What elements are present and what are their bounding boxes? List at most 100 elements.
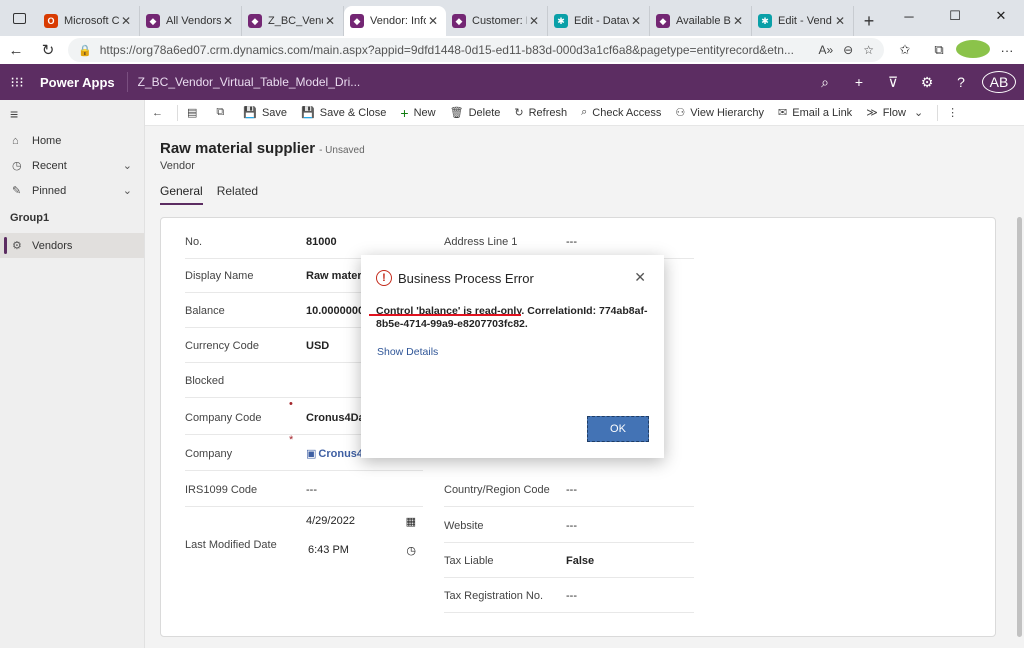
profile-avatar[interactable] (956, 39, 990, 61)
show-details-link[interactable]: Show Details (377, 346, 438, 358)
browser-tab[interactable]: ◆ Available B ✕ (650, 6, 752, 36)
favorite-star-icon[interactable]: ☆ (863, 43, 874, 57)
field-value[interactable]: Cronus4 (318, 448, 363, 460)
browser-tab[interactable]: O Microsoft C ✕ (38, 6, 140, 36)
tab-favicon-icon: ✱ (554, 14, 568, 28)
browser-tab[interactable]: ◆ Customer: I ✕ (446, 6, 548, 36)
tab-close-icon[interactable]: ✕ (119, 14, 133, 28)
field-label: Display Name (185, 269, 254, 282)
sidebar-item-home[interactable]: ⌂ Home (0, 128, 144, 153)
field-value[interactable]: --- (306, 484, 317, 496)
reload-button[interactable]: ↻ (32, 36, 64, 64)
sidebar-item-recent[interactable]: ◷ Recent ⌄ (0, 153, 144, 178)
more-commands-button[interactable]: ⋮ (940, 100, 970, 126)
tab-favicon-icon: ◆ (452, 14, 466, 28)
sidebar-item-pinned[interactable]: ✎ Pinned ⌄ (0, 178, 144, 203)
tab-title: Customer: I (472, 15, 527, 27)
read-aloud-icon[interactable]: A» (818, 43, 833, 57)
sidebar-item-vendors[interactable]: ⚙ Vendors (0, 233, 144, 258)
clock-icon[interactable]: ◷ (406, 544, 416, 557)
field-value[interactable]: 10.00000000 (306, 305, 366, 317)
app-launcher-icon[interactable]: ⁝⁝⁝ (0, 74, 34, 91)
delete-button[interactable]: 🗑 Delete (443, 100, 508, 126)
check-access-button[interactable]: ⌕ Check Access (574, 100, 668, 126)
field-value[interactable]: Raw materia (306, 270, 366, 282)
address-bar[interactable]: 🔒 https://org78a6ed07.crm.dynamics.com/m… (68, 38, 884, 62)
field-value[interactable]: 81000 (306, 236, 337, 248)
divider (177, 104, 178, 121)
field-label: Country/Region Code (444, 483, 550, 496)
email-link-button[interactable]: ✉ Email a Link (771, 100, 859, 126)
field-label: Address Line 1 (444, 235, 518, 248)
tab-close-icon[interactable]: ✕ (629, 14, 643, 28)
field-value[interactable]: --- (566, 520, 577, 532)
user-avatar[interactable]: AB (982, 71, 1016, 93)
favorites-icon[interactable]: ✩ (888, 42, 922, 58)
more-menu-icon[interactable]: ··· (990, 43, 1024, 58)
date-input[interactable]: 4/29/2022 ▦ (306, 515, 416, 528)
browser-tab[interactable]: ✱ Edit - Vend ✕ (752, 6, 854, 36)
minimize-button[interactable]: ─ (886, 0, 932, 32)
close-window-button[interactable]: ✕ (978, 0, 1024, 32)
tab-actions-button[interactable] (0, 0, 38, 36)
filter-icon[interactable]: ⊽ (876, 74, 910, 91)
chevron-down-icon[interactable]: ⌄ (123, 159, 132, 172)
save-button[interactable]: 💾 Save (236, 100, 294, 126)
flow-button[interactable]: ≫ Flow ⌄ (859, 100, 935, 126)
annotation-underline (369, 314, 521, 316)
app-name[interactable]: Power Apps (34, 75, 127, 90)
search-icon[interactable]: ⌕ (808, 74, 842, 91)
sidebar-item-label: Home (32, 134, 62, 147)
open-new-window-button[interactable]: ⧉ (209, 100, 236, 126)
hierarchy-icon: ⚇ (675, 107, 686, 119)
view-hierarchy-button[interactable]: ⚇ View Hierarchy (668, 100, 771, 126)
field-value[interactable]: --- (566, 236, 577, 248)
tab-close-icon[interactable]: ✕ (527, 14, 541, 28)
flow-icon: ≫ (866, 107, 878, 119)
collections-icon[interactable]: ⧉ (922, 42, 956, 58)
time-input[interactable]: 6:43 PM ◷ (308, 544, 416, 557)
calendar-icon[interactable]: ▦ (406, 515, 416, 528)
field-value[interactable]: Cronus4Data (306, 412, 366, 424)
popout-icon: ⧉ (216, 106, 225, 118)
environment-name[interactable]: Z_BC_Vendor_Virtual_Table_Model_Dri... (126, 72, 360, 92)
tab-close-icon[interactable]: ✕ (833, 14, 847, 28)
add-icon[interactable]: + (842, 74, 876, 90)
browser-tab[interactable]: ◆ Vendor: Info ✕ (344, 6, 446, 36)
tab-title: Edit - Vend (778, 15, 832, 27)
sidebar-group-title: Group1 (10, 212, 50, 224)
vendors-icon: ⚙ (12, 240, 22, 252)
ok-button[interactable]: OK (587, 416, 649, 442)
browser-tab[interactable]: ◆ Z_BC_Vend ✕ (242, 6, 344, 36)
tab-close-icon[interactable]: ✕ (426, 14, 440, 28)
field-row: Tax Liable False (444, 544, 694, 578)
close-icon[interactable]: ✕ (634, 269, 646, 286)
maximize-button[interactable]: ☐ (932, 0, 978, 32)
field-row: Address Line 1 --- (444, 225, 694, 259)
tab-general[interactable]: General (160, 184, 203, 205)
form-view-button[interactable]: ▤ (180, 100, 209, 126)
help-icon[interactable]: ? (944, 74, 978, 90)
zoom-icon[interactable]: ⊖ (843, 43, 853, 57)
browser-tab[interactable]: ◆ All Vendors ✕ (140, 6, 242, 36)
field-value[interactable]: --- (566, 590, 577, 602)
chevron-down-icon[interactable]: ⌄ (123, 184, 132, 197)
browser-tab[interactable]: ✱ Edit - Datav ✕ (548, 6, 650, 36)
hamburger-menu-icon[interactable]: ≡ (0, 100, 144, 128)
field-value[interactable]: --- (566, 484, 577, 496)
tab-related[interactable]: Related (217, 184, 258, 205)
refresh-button[interactable]: ↻ Refresh (507, 100, 574, 126)
scrollbar[interactable] (1017, 217, 1022, 637)
field-value[interactable]: USD (306, 340, 329, 352)
new-tab-button[interactable]: + (854, 6, 884, 36)
settings-gear-icon[interactable]: ⚙ (910, 74, 944, 91)
tab-close-icon[interactable]: ✕ (731, 14, 745, 28)
save-close-button[interactable]: 💾 Save & Close (294, 100, 393, 126)
back-button[interactable]: ← (0, 36, 32, 64)
plus-icon: + (863, 10, 875, 31)
tab-close-icon[interactable]: ✕ (221, 14, 235, 28)
tab-close-icon[interactable]: ✕ (323, 14, 337, 28)
back-arrow-button[interactable]: ← (145, 100, 175, 126)
field-value[interactable]: False (566, 555, 594, 567)
new-button[interactable]: + New (393, 100, 442, 126)
